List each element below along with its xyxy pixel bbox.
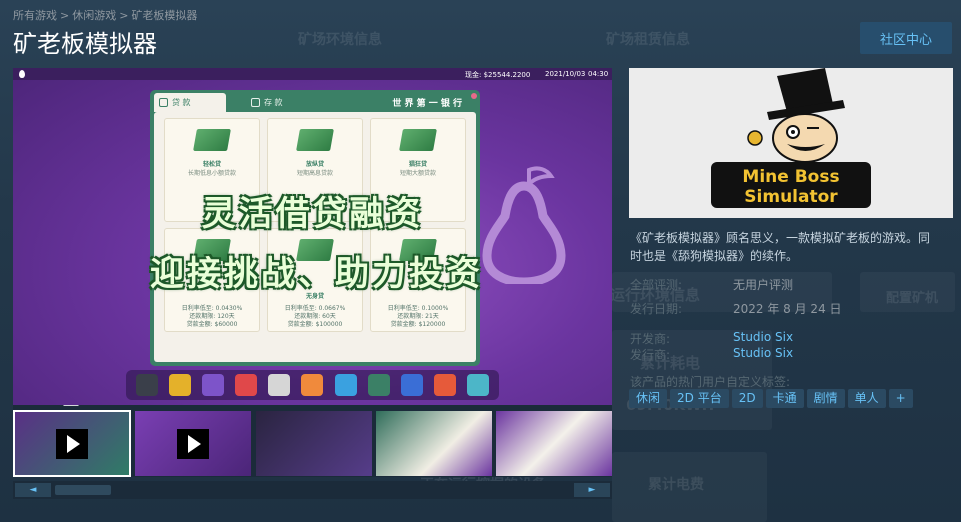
game-description: 《矿老板模拟器》顾名思义，一款模拟矿老板的游戏。同时也是《舔狗模拟器》的续作。 (630, 231, 931, 263)
game-dock (126, 370, 499, 400)
publisher-label: 发行商: (630, 348, 671, 362)
coins-app-icon[interactable] (400, 374, 423, 396)
add-tag-button[interactable]: + (888, 389, 913, 408)
loan-cards: 轻松贷 长期低息小额贷款 放纵贷 短期高息贷款 猖狂贷 短期大额贷款 日利率低至… (154, 112, 476, 362)
release-label: 发行日期: (630, 302, 683, 316)
reviews-value: 无用户评测 (733, 278, 794, 292)
main-screenshot[interactable]: 现金: $25544.2200 2021/10/03 04:30 贷 款 存 款… (13, 68, 612, 405)
loan-card-row: 贷款金额: $100000 (287, 321, 343, 328)
building-app-icon[interactable] (467, 374, 490, 396)
loan-card-sub: 短期高息贷款 (296, 170, 333, 177)
loan-card-sub: 长期低息小额贷款 (187, 170, 236, 177)
publisher-link[interactable]: Studio Six (733, 346, 793, 360)
play-icon (177, 429, 209, 459)
people-app-icon[interactable] (235, 374, 258, 396)
release-value: 2022 年 8 月 24 日 (733, 302, 842, 316)
tab-loan[interactable]: 贷 款 (154, 93, 226, 112)
reviews-label: 全部评测: (630, 278, 683, 292)
tags-label: 该产品的热门用户自定义标签: (630, 375, 791, 389)
thumbnail-video-1[interactable] (13, 410, 131, 477)
loan-icon (159, 98, 168, 107)
thumbnail-video-2[interactable] (135, 411, 251, 476)
game-date: 2021/10/03 (545, 70, 586, 78)
game-cash: 现金: $25544.2200 (465, 71, 531, 79)
tab-deposit[interactable]: 存 款 (246, 93, 306, 112)
thumbnail-screenshot-2[interactable] (376, 411, 492, 476)
news-app-icon[interactable] (268, 374, 291, 396)
coin-app-icon[interactable] (168, 374, 191, 396)
breadcrumb-casual[interactable]: 休闲游戏 (72, 9, 116, 22)
breadcrumb-current[interactable]: 矿老板模拟器 (131, 9, 197, 22)
bank-app-icon[interactable] (367, 374, 390, 396)
cash-icon (399, 129, 437, 151)
tag-list: 休闲 2D 平台 2D 卡通 剧情 单人 + (629, 389, 913, 408)
water-drop-icon (19, 70, 25, 78)
tag-cartoon[interactable]: 卡通 (765, 389, 804, 408)
tag-casual[interactable]: 休闲 (629, 389, 668, 408)
developer-label: 开发商: (630, 332, 671, 346)
bank-title: 世 界 第 一 银 行 (392, 99, 462, 109)
page-title: 矿老板模拟器 (13, 30, 157, 58)
tag-2d-platformer[interactable]: 2D 平台 (670, 389, 729, 408)
bg-rent-info: 矿场租赁信息 (606, 32, 690, 48)
scroll-left-button[interactable]: ◄ (15, 483, 51, 497)
cash-icon (193, 129, 231, 151)
tab-loan-label: 贷 款 (172, 98, 191, 107)
thumbnail-screenshot-1[interactable] (256, 411, 372, 476)
loan-card-sub: 短期大额贷款 (399, 170, 436, 177)
capsule-logo-line2: Simulator (744, 187, 838, 207)
capsule-logo-line1: Mine Boss (742, 167, 839, 187)
developer-link[interactable]: Studio Six (733, 330, 793, 344)
tag-singleplayer[interactable]: 单人 (847, 389, 886, 408)
bg-power-fee: 累计电费 (648, 477, 704, 493)
community-hub-button[interactable]: 社区中心 (860, 22, 952, 54)
breadcrumb-separator: > (119, 9, 129, 22)
tag-story[interactable]: 剧情 (806, 389, 845, 408)
thumbnail-screenshot-3[interactable] (496, 411, 612, 476)
lightbulb-app-icon[interactable] (201, 374, 224, 396)
loan-card-row: 贷款金额: $60000 (186, 321, 238, 328)
header-capsule-image: Mine Boss Simulator (629, 68, 953, 218)
thumbnail-scrollbar[interactable]: ◄ ► (13, 481, 612, 499)
loan-card-row: 贷款金额: $120000 (390, 321, 446, 328)
bg-env-info: 矿场环境信息 (298, 32, 382, 48)
bg-config: 配置矿机 (886, 291, 939, 306)
mine-boss-character-icon: Mine Boss Simulator (629, 68, 953, 218)
chart-app-icon[interactable] (434, 374, 457, 396)
breadcrumb-separator: > (60, 9, 70, 22)
selected-indicator-icon (63, 405, 79, 406)
breadcrumb: 所有游戏 > 休闲游戏 > 矿老板模拟器 (13, 7, 197, 23)
overlay-caption-1: 灵活借贷融资 (201, 194, 424, 234)
breadcrumb-all-games[interactable]: 所有游戏 (13, 9, 57, 22)
mail-app-icon[interactable] (334, 374, 357, 396)
scroll-right-button[interactable]: ► (574, 483, 610, 497)
overlay-caption-2: 迎接挑战、助力投资 (150, 254, 483, 294)
tab-deposit-label: 存 款 (264, 98, 283, 107)
loan-card-name: 猖狂贷 (408, 161, 427, 168)
cash-icon (296, 129, 334, 151)
game-time: 04:30 (588, 70, 609, 78)
thumbnail-strip (13, 405, 612, 477)
deposit-icon (251, 98, 260, 107)
loan-card-name: 放纵贷 (305, 161, 324, 168)
game-topbar: 现金: $25544.2200 2021/10/03 04:30 (13, 68, 612, 80)
scroll-thumb[interactable] (55, 485, 111, 495)
music-app-icon[interactable] (301, 374, 324, 396)
loan-card-name: 轻松贷 (202, 161, 221, 168)
play-icon (56, 429, 88, 459)
tag-2d[interactable]: 2D (731, 389, 763, 408)
close-icon[interactable] (471, 93, 477, 99)
grid-app-icon[interactable] (135, 374, 158, 396)
